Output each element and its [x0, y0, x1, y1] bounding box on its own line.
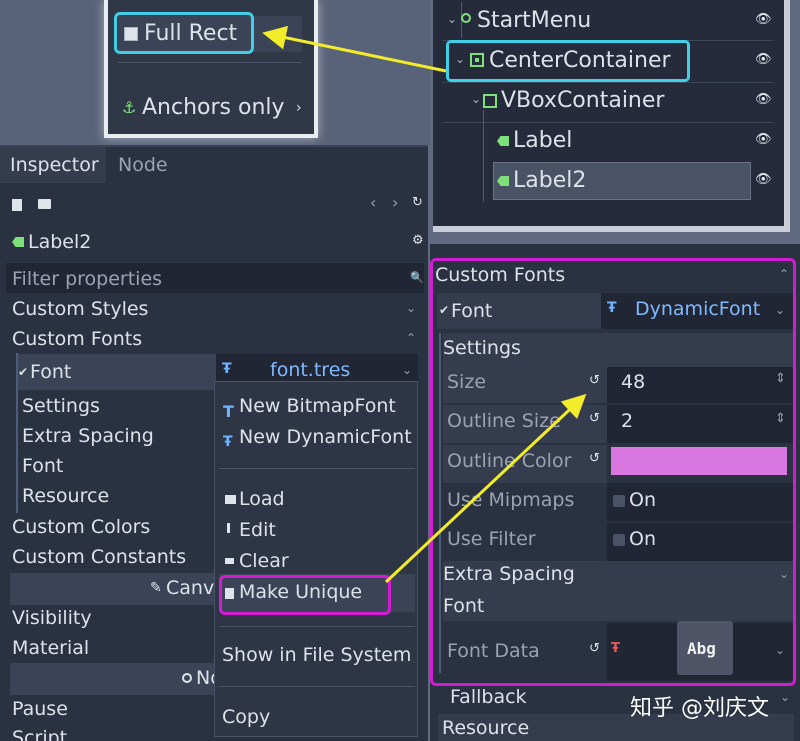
- annotation-arrows: [262, 25, 587, 584]
- arrow-make-unique: [384, 393, 587, 584]
- arrow-full-rect: [262, 25, 447, 73]
